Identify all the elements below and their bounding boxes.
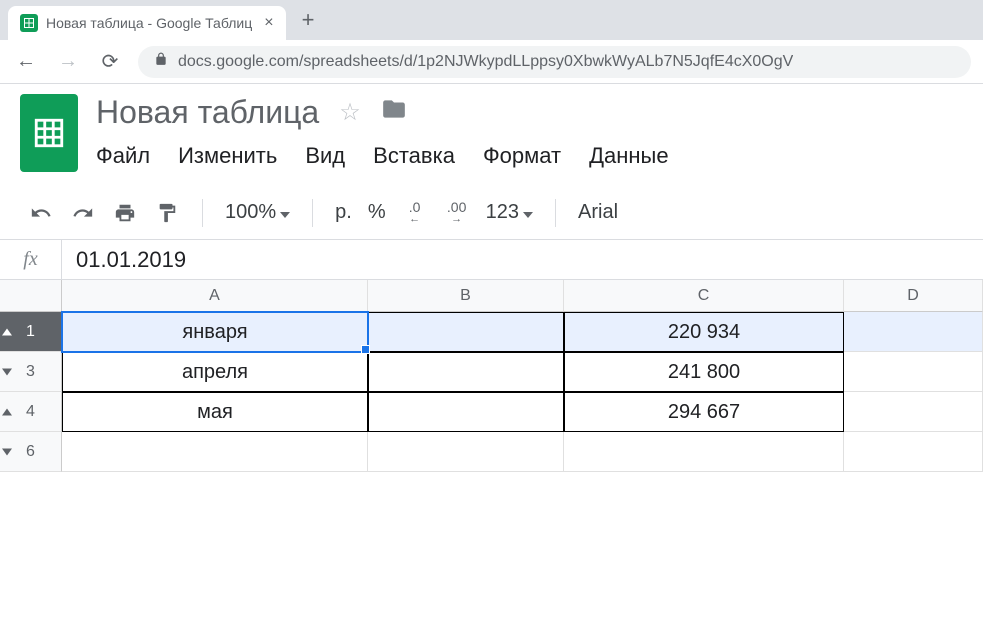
- menu-format[interactable]: Формат: [483, 143, 561, 169]
- lock-icon: [154, 52, 168, 71]
- menu-data[interactable]: Данные: [589, 143, 668, 169]
- cell[interactable]: [368, 352, 564, 392]
- select-all-corner[interactable]: [0, 280, 62, 312]
- cell[interactable]: [368, 312, 564, 352]
- col-header-c[interactable]: C: [564, 280, 844, 312]
- more-formats-button[interactable]: 123: [480, 201, 539, 224]
- tab-title: Новая таблица - Google Таблиц: [46, 15, 252, 31]
- doc-title[interactable]: Новая таблица: [96, 94, 319, 131]
- col-header-b[interactable]: B: [368, 280, 564, 312]
- expand-down-icon[interactable]: [2, 448, 12, 455]
- spreadsheet-grid: A B C D 1января 220 934 3апреля 241 800 4мая…: [0, 280, 983, 472]
- toolbar: 100% р. % .0← .00→ 123 Arial: [0, 186, 983, 240]
- back-button[interactable]: ←: [12, 50, 40, 73]
- formula-bar: fx 01.01.2019: [0, 240, 983, 280]
- cell[interactable]: января: [62, 312, 368, 352]
- decrease-decimal-button[interactable]: .0←: [396, 194, 434, 232]
- row-header[interactable]: 4: [0, 392, 62, 432]
- cell[interactable]: [564, 432, 844, 472]
- cell[interactable]: 241 800: [564, 352, 844, 392]
- row-header[interactable]: 3: [0, 352, 62, 392]
- star-icon[interactable]: ☆: [339, 98, 361, 127]
- menu-file[interactable]: Файл: [96, 143, 150, 169]
- percent-button[interactable]: %: [362, 201, 392, 224]
- browser-tab[interactable]: Новая таблица - Google Таблиц ×: [8, 6, 286, 40]
- sheets-logo-icon[interactable]: [20, 94, 78, 172]
- font-selector[interactable]: Arial: [572, 201, 624, 224]
- currency-button[interactable]: р.: [329, 201, 358, 224]
- new-tab-button[interactable]: +: [286, 7, 331, 33]
- browser-tab-strip: Новая таблица - Google Таблиц × +: [0, 0, 983, 40]
- paint-format-button[interactable]: [148, 194, 186, 232]
- menu-insert[interactable]: Вставка: [373, 143, 455, 169]
- cell[interactable]: [62, 432, 368, 472]
- cell[interactable]: [844, 352, 983, 392]
- cell[interactable]: 294 667: [564, 392, 844, 432]
- formula-input[interactable]: 01.01.2019: [62, 247, 983, 273]
- close-tab-icon[interactable]: ×: [264, 14, 273, 32]
- cell[interactable]: 220 934: [564, 312, 844, 352]
- cell[interactable]: апреля: [62, 352, 368, 392]
- reload-button[interactable]: ⟳: [96, 49, 124, 74]
- redo-button[interactable]: [64, 194, 102, 232]
- sheets-favicon: [20, 14, 38, 32]
- cell[interactable]: [844, 312, 983, 352]
- cell[interactable]: [844, 432, 983, 472]
- url-text: docs.google.com/spreadsheets/d/1p2NJWkyp…: [178, 53, 793, 71]
- menu-edit[interactable]: Изменить: [178, 143, 277, 169]
- menu-bar: Файл Изменить Вид Вставка Формат Данные: [96, 143, 669, 169]
- doc-header: Новая таблица ☆ Файл Изменить Вид Вставк…: [0, 84, 983, 172]
- cell[interactable]: [844, 392, 983, 432]
- increase-decimal-button[interactable]: .00→: [438, 194, 476, 232]
- col-header-d[interactable]: D: [844, 280, 983, 312]
- cell[interactable]: [368, 432, 564, 472]
- chevron-down-icon: [280, 212, 290, 218]
- collapse-up-icon[interactable]: [2, 408, 12, 415]
- address-bar: ← → ⟳ docs.google.com/spreadsheets/d/1p2…: [0, 40, 983, 84]
- row-header[interactable]: 6: [0, 432, 62, 472]
- collapse-up-icon[interactable]: [2, 328, 12, 335]
- fx-label: fx: [0, 240, 62, 279]
- chevron-down-icon: [523, 212, 533, 218]
- menu-view[interactable]: Вид: [305, 143, 345, 169]
- cell[interactable]: мая: [62, 392, 368, 432]
- forward-button[interactable]: →: [54, 50, 82, 73]
- row-header[interactable]: 1: [0, 312, 62, 352]
- cell[interactable]: [368, 392, 564, 432]
- col-header-a[interactable]: A: [62, 280, 368, 312]
- print-button[interactable]: [106, 194, 144, 232]
- url-input[interactable]: docs.google.com/spreadsheets/d/1p2NJWkyp…: [138, 46, 971, 78]
- undo-button[interactable]: [22, 194, 60, 232]
- zoom-selector[interactable]: 100%: [219, 201, 296, 224]
- expand-down-icon[interactable]: [2, 368, 12, 375]
- folder-icon[interactable]: [381, 96, 407, 129]
